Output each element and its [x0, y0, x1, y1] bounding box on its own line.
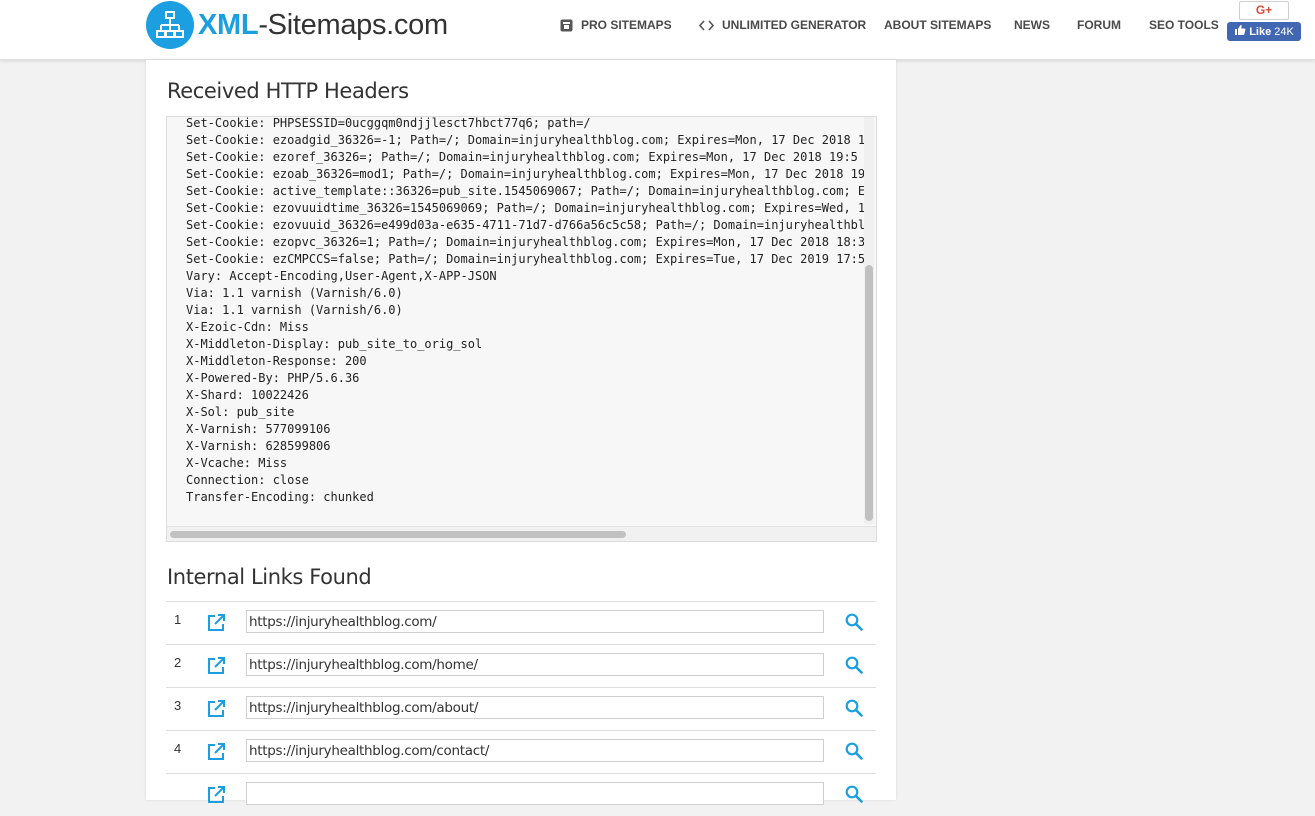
http-header-line: Set-Cookie: ezoadgid_36326=-1; Path=/; D… [186, 133, 866, 147]
http-header-line: Via: 1.1 varnish (Varnish/6.0) [186, 303, 403, 317]
http-header-line: Set-Cookie: ezoref_36326=; Path=/; Domai… [186, 150, 858, 164]
content-card: Received HTTP Headers Set-Cookie: PHPSES… [146, 60, 896, 805]
http-header-line: X-Varnish: 577099106 [186, 422, 331, 436]
nav-news[interactable]: NEWS [1014, 18, 1050, 32]
nav-unlimited-generator-label: UNLIMITED GENERATOR [722, 18, 867, 32]
facebook-like-button[interactable]: Like 24K [1227, 22, 1301, 41]
nav-seo-tools-label: SEO TOOLS [1149, 18, 1219, 32]
http-header-line: Set-Cookie: PHPSESSID=0ucggqm0ndjjlesct7… [186, 116, 591, 130]
row-number: 3 [174, 698, 182, 713]
http-header-line: Set-Cookie: ezopvc_36326=1; Path=/; Doma… [186, 235, 866, 249]
http-header-line: Vary: Accept-Encoding,User-Agent,X-APP-J… [186, 269, 497, 283]
search-icon[interactable] [845, 785, 863, 808]
url-field[interactable] [246, 696, 824, 719]
row-number: 1 [174, 612, 182, 627]
http-header-line: Transfer-Encoding: chunked [186, 490, 374, 504]
internal-link-row: 1 [166, 601, 876, 644]
internal-link-row: 3 [166, 687, 876, 730]
nav-about-sitemaps[interactable]: ABOUT SITEMAPS [884, 18, 991, 32]
url-field[interactable] [246, 739, 824, 762]
http-header-line: X-Middleton-Display: pub_site_to_orig_so… [186, 337, 483, 351]
url-field[interactable] [246, 653, 824, 676]
nav-news-label: NEWS [1014, 18, 1050, 32]
http-header-line: Set-Cookie: ezCMPCCS=false; Path=/; Doma… [186, 252, 866, 266]
external-link-icon[interactable] [206, 742, 226, 767]
http-header-line: X-Varnish: 628599806 [186, 439, 331, 453]
code-icon [699, 19, 714, 31]
nav-pro-sitemaps-label: PRO SITEMAPS [581, 18, 672, 32]
top-header: XML-Sitemaps.com PRO SITEMAPS UNLIMITED … [0, 0, 1315, 60]
logo-text: XML-Sitemaps.com [198, 9, 448, 42]
http-header-line: X-Ezoic-Cdn: Miss [186, 320, 309, 334]
http-header-line: Via: 1.1 varnish (Varnish/6.0) [186, 286, 403, 300]
nav-forum-label: FORUM [1077, 18, 1121, 32]
external-link-icon[interactable] [206, 785, 226, 810]
http-header-line: Set-Cookie: ezovuuid_36326=e499d03a-e635… [186, 218, 866, 232]
vertical-scrollbar-thumb[interactable] [865, 265, 873, 521]
http-header-line: X-Middleton-Response: 200 [186, 354, 367, 368]
horizontal-scrollbar-thumb[interactable] [170, 531, 626, 538]
internal-link-row: 4 [166, 730, 876, 773]
http-header-line: X-Powered-By: PHP/5.6.36 [186, 371, 360, 385]
external-link-icon[interactable] [206, 656, 226, 681]
http-headers-lines: Set-Cookie: PHPSESSID=0ucggqm0ndjjlesct7… [186, 116, 866, 506]
http-header-line: X-Vcache: Miss [186, 456, 288, 470]
search-icon[interactable] [845, 699, 863, 722]
http-header-line: Set-Cookie: ezovuuidtime_36326=154506906… [186, 201, 866, 215]
internal-links-list: 1 2 3 4 [166, 601, 876, 816]
external-link-icon[interactable] [206, 613, 226, 638]
nav-seo-tools[interactable]: SEO TOOLS [1149, 18, 1219, 32]
site-logo[interactable]: XML-Sitemaps.com [146, 1, 448, 49]
nav-about-sitemaps-label: ABOUT SITEMAPS [884, 18, 992, 32]
row-number: 4 [174, 741, 182, 756]
search-icon[interactable] [845, 613, 863, 636]
facebook-like-label: Like [1249, 25, 1272, 38]
http-header-line: X-Shard: 10022426 [186, 388, 309, 402]
box-icon [560, 19, 573, 32]
horizontal-scrollbar-track[interactable] [167, 526, 876, 541]
nav-forum[interactable]: FORUM [1077, 18, 1121, 32]
nav-pro-sitemaps[interactable]: PRO SITEMAPS [560, 18, 672, 32]
external-link-icon[interactable] [206, 699, 226, 724]
row-number: 2 [174, 655, 182, 670]
nav-unlimited-generator[interactable]: UNLIMITED GENERATOR [699, 18, 866, 32]
internal-link-row: 2 [166, 644, 876, 687]
sitemap-logo-icon [146, 1, 194, 49]
internal-link-row [166, 773, 876, 816]
logo-domain: -Sitemaps.com [258, 8, 448, 41]
http-header-line: X-Sol: pub_site [186, 405, 295, 419]
url-field[interactable] [246, 610, 824, 633]
search-icon[interactable] [845, 742, 863, 765]
http-header-line: Connection: close [186, 473, 309, 487]
internal-links-title: Internal Links Found [167, 565, 372, 589]
http-headers-box[interactable]: Set-Cookie: PHPSESSID=0ucggqm0ndjjlesct7… [166, 116, 877, 542]
http-header-line: Set-Cookie: active_template::36326=pub_s… [186, 184, 866, 198]
url-field[interactable] [246, 782, 824, 805]
http-header-line: Set-Cookie: ezoab_36326=mod1; Path=/; Do… [186, 167, 866, 181]
logo-brand: XML [198, 8, 259, 41]
http-headers-title: Received HTTP Headers [167, 79, 409, 103]
google-plus-button[interactable]: G+ [1239, 1, 1289, 20]
facebook-like-count: 24K [1274, 25, 1294, 38]
thumbs-up-icon [1234, 24, 1246, 39]
search-icon[interactable] [845, 656, 863, 679]
